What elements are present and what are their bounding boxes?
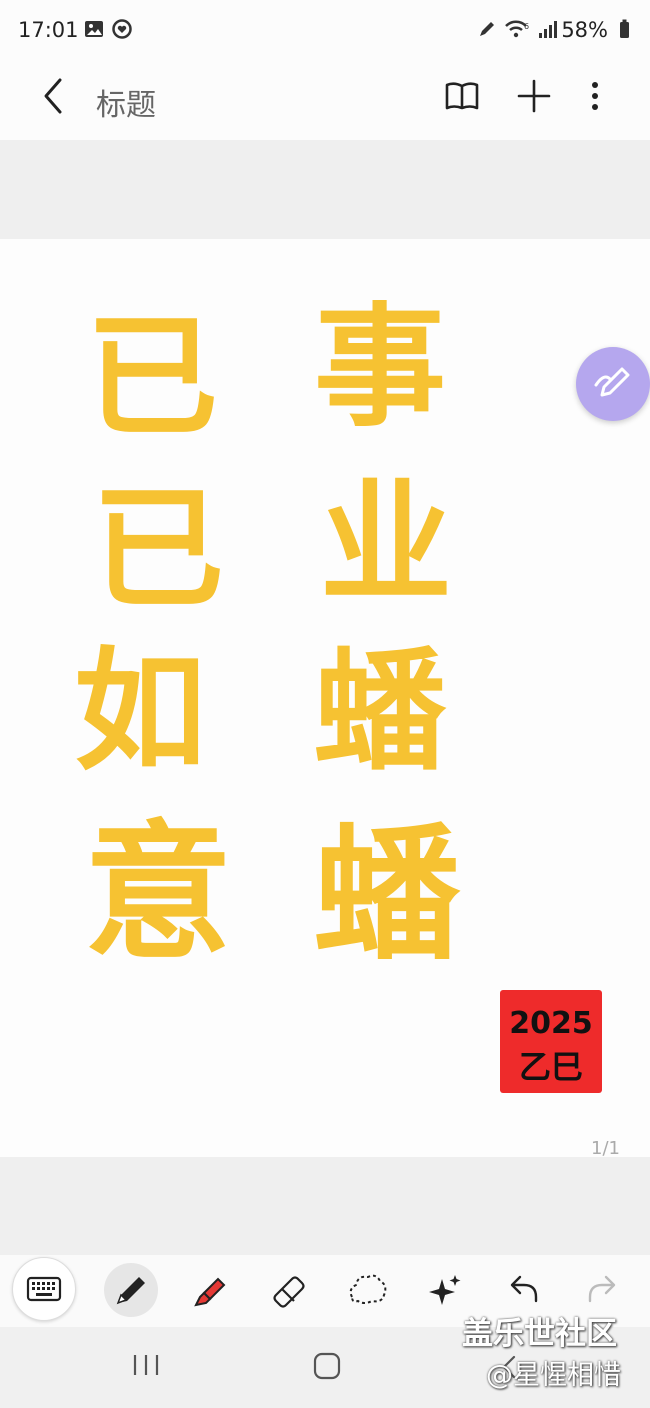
highlighter-icon: [194, 1277, 226, 1307]
pen-fab-icon: [594, 367, 630, 397]
left-char-1: 已: [86, 300, 218, 455]
canvas-top-margin: [0, 140, 650, 239]
note-title[interactable]: 标题: [96, 80, 156, 124]
battery-percent: 58%: [561, 18, 608, 42]
right-char-3: 蟠: [314, 634, 446, 789]
right-char-1: 事: [314, 290, 446, 445]
left-char-3: 如: [74, 634, 206, 789]
status-time: 17:01: [18, 18, 79, 42]
book-icon[interactable]: [442, 76, 482, 116]
status-bar: 17:01 6 58%: [0, 0, 650, 62]
keyboard-icon: [26, 1276, 62, 1302]
highlighter-tool-button[interactable]: [182, 1263, 236, 1317]
watermark-author: @星惺相惜: [486, 1360, 621, 1391]
left-char-2: 已: [92, 472, 224, 627]
canvas-bottom-margin: [0, 1157, 650, 1255]
page-indicator: 1/1: [591, 1138, 620, 1159]
back-icon[interactable]: [36, 76, 72, 116]
spen-icon: [480, 22, 494, 36]
lasso-icon: [349, 1274, 387, 1304]
pen-tool-button[interactable]: [104, 1263, 158, 1317]
gallery-icon: [85, 21, 103, 37]
more-icon[interactable]: [575, 76, 615, 116]
left-char-4: 意: [84, 805, 232, 979]
app-bar: 标题: [0, 62, 650, 140]
pen-icon: [116, 1277, 145, 1305]
right-char-2: 业: [320, 466, 452, 621]
home-icon[interactable]: [312, 1351, 342, 1381]
red-seal-stamp: 2025 乙巳: [500, 990, 602, 1093]
wifi-icon: 6: [505, 20, 529, 38]
eraser-icon: [273, 1276, 305, 1308]
eraser-tool-button[interactable]: [260, 1263, 314, 1317]
stamp-year: 2025: [509, 1006, 593, 1041]
keyboard-button[interactable]: [12, 1257, 76, 1321]
stamp-ganzhi: 乙巳: [518, 1048, 583, 1086]
lasso-tool-button[interactable]: [340, 1263, 394, 1317]
right-char-4: 蟠: [314, 809, 460, 980]
plus-icon[interactable]: [514, 76, 554, 116]
battery-icon: [620, 19, 629, 38]
recents-icon[interactable]: [130, 1351, 162, 1379]
pen-mode-fab[interactable]: [576, 347, 650, 421]
signal-icon: [539, 21, 557, 38]
svg-text:6: 6: [524, 22, 529, 31]
watermark-community: 盖乐世社区: [462, 1316, 617, 1352]
shield-heart-icon: [112, 19, 132, 39]
